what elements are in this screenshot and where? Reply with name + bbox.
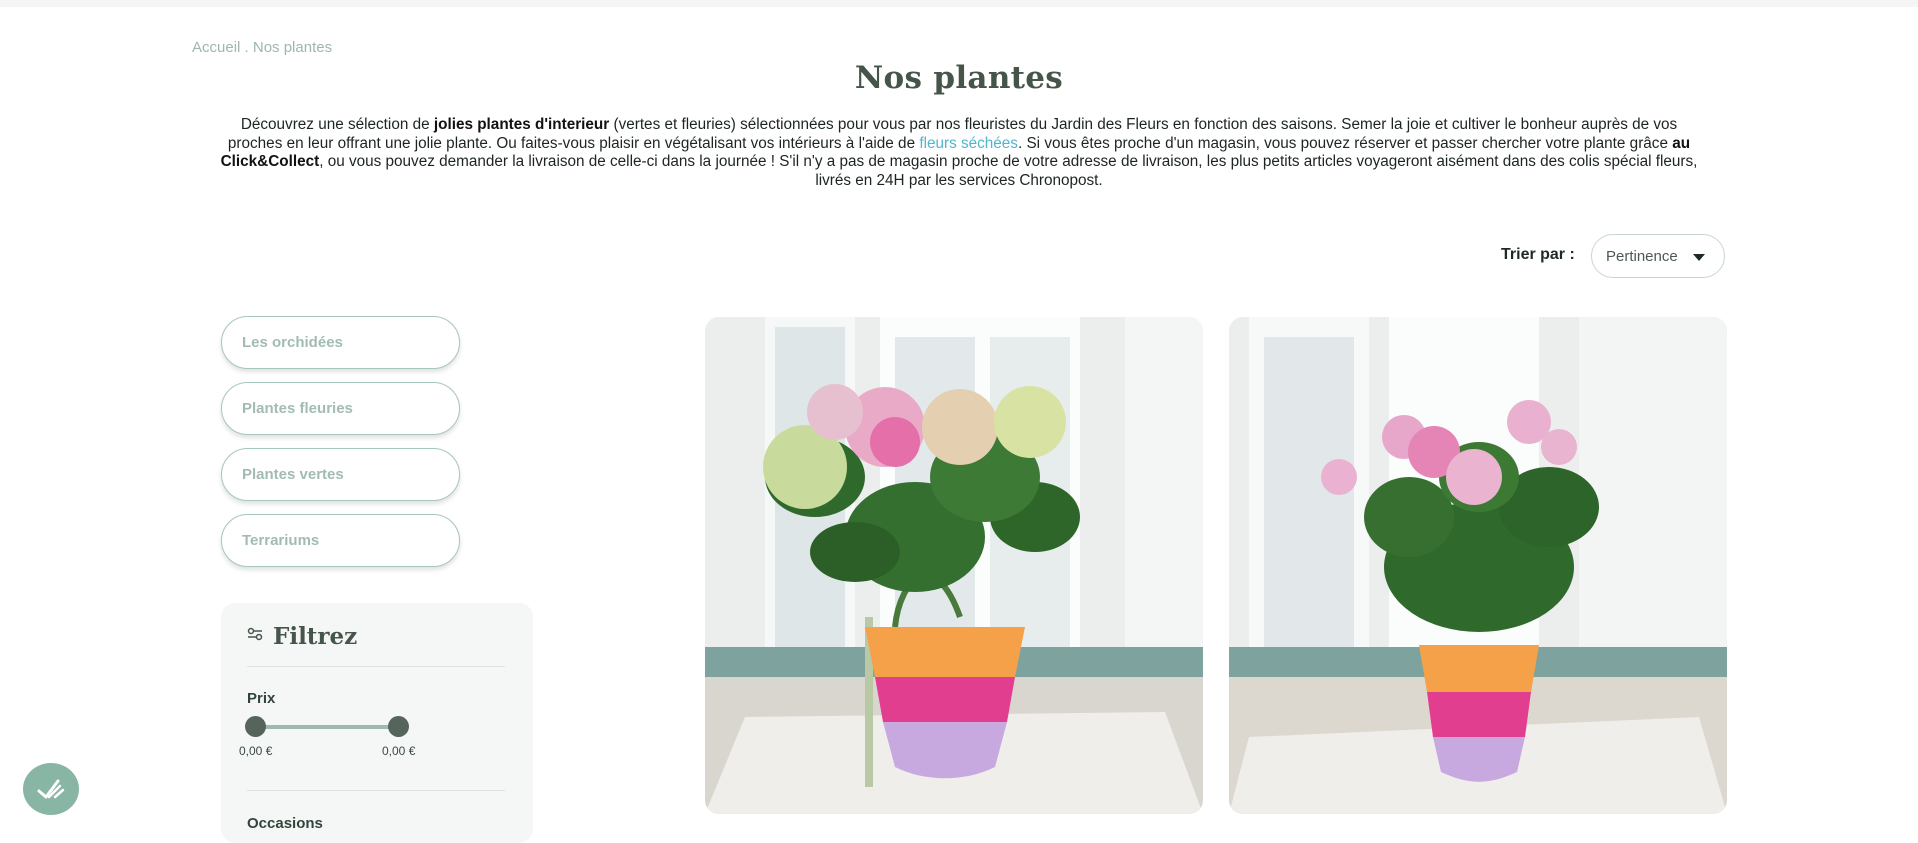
price-slider-min-handle[interactable]	[245, 716, 266, 737]
intro-bold-plants: jolies plantes d'interieur	[433, 116, 610, 133]
sliders-icon	[247, 627, 263, 646]
intro-part: Découvrez une sélection de	[240, 116, 434, 133]
breadcrumb-current[interactable]: Nos plantes	[253, 39, 332, 56]
price-max-value: 0,00 €	[382, 744, 416, 758]
divider	[247, 666, 505, 667]
breadcrumb: Accueil . Nos plantes	[192, 39, 332, 56]
breadcrumb-home[interactable]: Accueil	[192, 39, 240, 56]
chat-icon[interactable]	[23, 763, 79, 815]
filter-title: Filtrez	[273, 623, 358, 650]
price-slider-track[interactable]	[255, 725, 399, 729]
price-slider-max-handle[interactable]	[388, 716, 409, 737]
price-label: Prix	[247, 690, 276, 707]
sort-selected-value: Pertinence	[1606, 247, 1678, 265]
intro-part: . Si vous êtes proche d'un magasin, vous…	[1017, 134, 1673, 152]
divider	[247, 790, 505, 791]
filter-panel: Filtrez Prix 0,00 € 0,00 € Occasions	[221, 603, 533, 843]
price-min-value: 0,00 €	[239, 744, 273, 758]
product-card-hydrangea[interactable]	[705, 317, 1203, 814]
breadcrumb-separator: .	[240, 39, 253, 56]
occasions-label: Occasions	[247, 815, 323, 832]
product-image	[1229, 317, 1727, 814]
category-green-plants[interactable]: Plantes vertes	[221, 448, 460, 501]
filter-heading: Filtrez	[247, 623, 357, 650]
intro-part: , ou vous pouvez demander la livraison d…	[319, 153, 1698, 189]
sort-label: Trier par :	[1501, 246, 1575, 263]
product-card-rose-plant[interactable]	[1229, 317, 1727, 814]
category-terrariums[interactable]: Terrariums	[221, 514, 460, 567]
product-image	[705, 317, 1203, 814]
top-bar	[0, 0, 1918, 7]
sort-select[interactable]: Pertinence	[1591, 234, 1725, 278]
dried-flowers-link[interactable]: fleurs séchées	[919, 135, 1018, 152]
page-title: Nos plantes	[854, 60, 1064, 96]
intro-text: Découvrez une sélection de jolies plante…	[216, 116, 1702, 190]
category-flowering-plants[interactable]: Plantes fleuries	[221, 382, 460, 435]
category-orchids[interactable]: Les orchidées	[221, 316, 460, 369]
chevron-down-icon	[1693, 254, 1705, 261]
